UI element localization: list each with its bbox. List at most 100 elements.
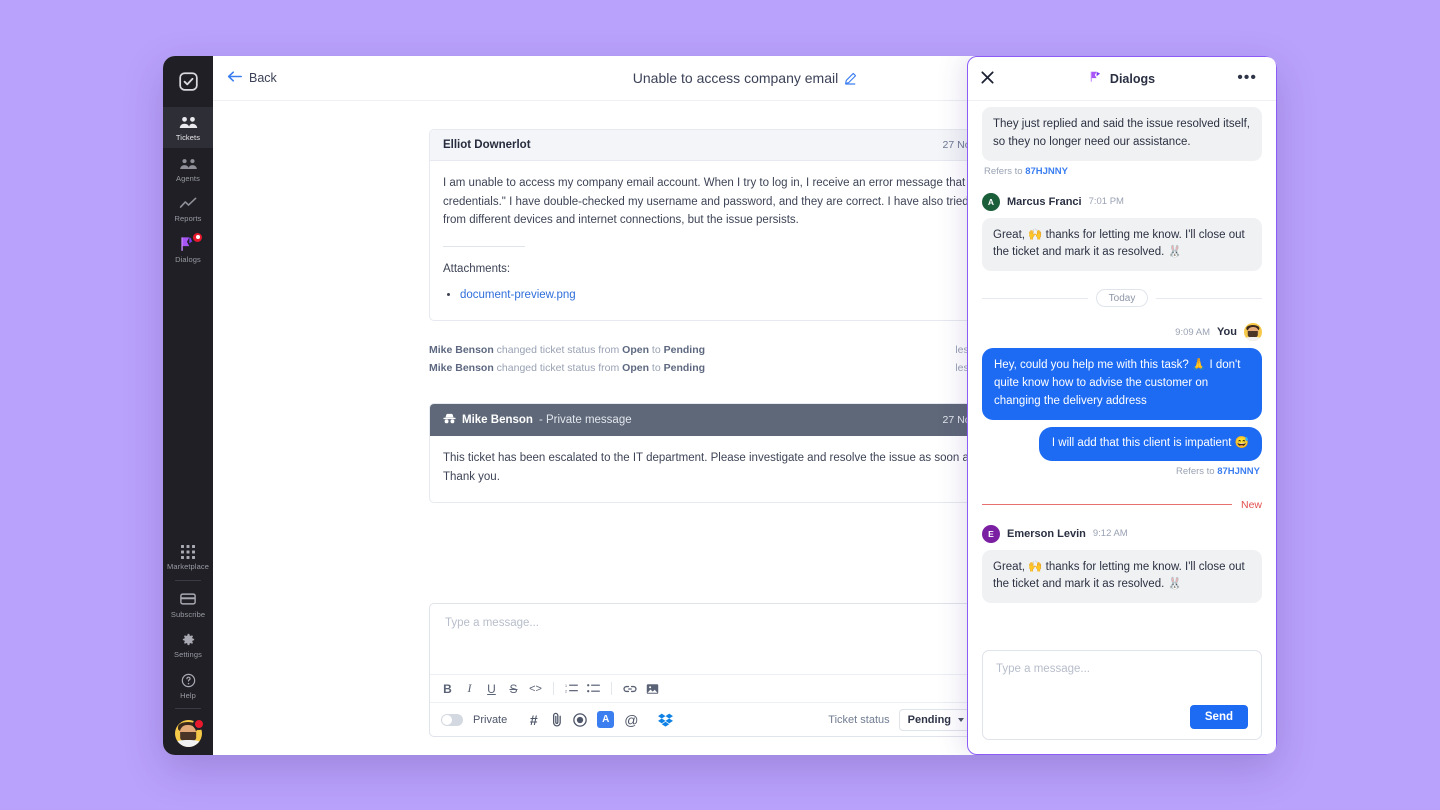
dialogs-message-input[interactable]: Type a message...	[996, 663, 1248, 675]
sidebar-item-subscribe[interactable]: Subscribe	[163, 584, 213, 625]
sidebar-bottom-nav: Marketplace Subscribe Settings Help	[163, 536, 213, 755]
message-author: Marcus Franci	[1007, 195, 1082, 208]
back-button[interactable]: Back	[227, 70, 277, 86]
private-message-tag: - Private message	[538, 413, 632, 426]
mention-icon[interactable]: @	[624, 711, 638, 729]
event-actor: Mike Benson	[429, 343, 494, 356]
image-icon[interactable]	[646, 680, 659, 698]
private-toggle[interactable]	[441, 713, 463, 726]
sidebar-item-label: Marketplace	[167, 562, 209, 571]
question-circle-icon	[181, 672, 196, 689]
refers-code[interactable]: 87HJNNY	[1217, 466, 1260, 477]
message-author: Emerson Levin	[1007, 527, 1086, 540]
dialogs-input-wrapper[interactable]: Type a message... Send	[982, 650, 1262, 740]
action-toolbar: Private # A @ Ticket status Pending	[430, 702, 1060, 736]
event-action: changed ticket status from	[493, 361, 623, 374]
pencil-icon[interactable]	[844, 72, 857, 85]
sidebar-item-agents[interactable]: Agents	[163, 148, 213, 189]
sidebar-nav: Tickets Agents Reports Dialogs	[163, 107, 213, 269]
sidebar: Tickets Agents Reports Dialogs Marketpla…	[163, 56, 213, 755]
refers-prefix: Refers to	[1176, 465, 1218, 477]
message-bubble-outgoing: I will add that this client is impatient…	[1038, 426, 1262, 461]
new-divider-label: New	[1240, 498, 1262, 511]
gear-icon	[181, 631, 196, 648]
people-icon	[179, 114, 198, 131]
refers-code[interactable]: 87HJNNY	[1025, 166, 1068, 177]
bullet-list-icon[interactable]	[587, 680, 600, 698]
app-logo[interactable]	[163, 60, 213, 102]
sidebar-item-settings[interactable]: Settings	[163, 624, 213, 665]
private-message-author: Mike Benson	[462, 413, 533, 426]
divider	[175, 579, 201, 581]
event-action: changed ticket status from	[493, 343, 623, 356]
attachment-link[interactable]: document-preview.png	[460, 289, 576, 301]
text-color-icon[interactable]: A	[597, 711, 615, 728]
dialogs-flag-icon	[1089, 70, 1103, 87]
dialogs-notification-badge	[191, 230, 204, 244]
avatar[interactable]	[174, 718, 205, 747]
grid-icon	[181, 543, 195, 560]
event-to-status: Pending	[663, 361, 706, 374]
strikethrough-icon[interactable]: S	[507, 680, 520, 698]
message-author: Elliot Downerlot	[443, 139, 531, 151]
divider	[611, 682, 612, 695]
refers-to-label: Refers to 87HJNNY	[984, 466, 1260, 477]
bold-icon[interactable]: B	[441, 680, 454, 698]
dialogs-title: Dialogs	[968, 70, 1276, 87]
code-icon[interactable]: <>	[529, 680, 542, 698]
italic-icon[interactable]: I	[463, 680, 476, 698]
outgoing-bubbles: Hey, could you help me with this task? 🙏…	[982, 348, 1262, 461]
sidebar-item-label: Settings	[174, 650, 202, 659]
attachment-icon[interactable]	[550, 711, 563, 729]
record-icon[interactable]	[573, 711, 588, 729]
dialogs-title-text: Dialogs	[1109, 71, 1156, 86]
hashtag-icon[interactable]: #	[527, 711, 540, 729]
attachment-list: document-preview.png	[443, 286, 1047, 304]
divider	[553, 682, 554, 695]
chart-line-icon	[179, 195, 198, 212]
incognito-hat-icon	[443, 413, 456, 427]
close-icon[interactable]	[980, 70, 995, 88]
sidebar-item-label: Subscribe	[170, 609, 206, 619]
message-bubble-incoming: They just replied and said the issue res…	[982, 107, 1262, 161]
event-from-status: Open	[622, 343, 650, 356]
private-message-header: Mike Benson - Private message 27 Nov 201…	[430, 403, 1060, 436]
dropbox-icon[interactable]	[658, 711, 674, 729]
message-time: 9:12 AM	[1092, 528, 1128, 539]
sidebar-item-label: Dialogs	[175, 254, 201, 264]
send-button[interactable]: Send	[1189, 705, 1248, 729]
event-action-mid: to	[649, 361, 664, 374]
back-label: Back	[249, 71, 277, 85]
message-author: You	[1217, 326, 1237, 339]
sidebar-item-label: Help	[180, 690, 196, 700]
list-item: document-preview.png	[460, 286, 1047, 304]
underline-icon[interactable]: U	[485, 680, 498, 698]
ticket-status-select[interactable]: Pending	[898, 708, 974, 731]
dialogs-panel: Dialogs They just replied and said the i…	[967, 56, 1277, 755]
message-time: 7:01 PM	[1088, 196, 1124, 208]
avatar: E	[982, 524, 1000, 543]
sidebar-item-tickets[interactable]: Tickets	[163, 107, 213, 148]
event-actor: Mike Benson	[429, 361, 494, 374]
arrow-left-icon	[227, 70, 242, 86]
avatar: A	[982, 192, 1000, 211]
ticket-status-label: Ticket status	[828, 713, 890, 726]
page-title-text: Unable to access company email	[632, 70, 839, 86]
ticket-status-value: Pending	[907, 713, 952, 726]
sidebar-item-reports[interactable]: Reports	[163, 188, 213, 229]
divider	[175, 708, 201, 709]
attachments-label: Attachments:	[443, 262, 511, 275]
link-icon[interactable]	[623, 680, 637, 698]
private-message-body: This ticket has been escalated to the IT…	[443, 451, 1024, 483]
checkbox-logo-icon	[178, 71, 198, 91]
svg-text:1: 1	[565, 684, 567, 688]
sidebar-item-help[interactable]: Help	[163, 665, 213, 706]
message-input[interactable]: Type a message...	[430, 604, 1060, 674]
ordered-list-icon[interactable]: 1 2	[565, 680, 578, 698]
sidebar-item-dialogs[interactable]: Dialogs	[163, 229, 213, 270]
event-to-status: Pending	[663, 343, 706, 356]
event-action-mid: to	[649, 343, 664, 356]
sidebar-item-marketplace[interactable]: Marketplace	[163, 536, 213, 577]
agents-icon	[179, 155, 198, 172]
message-text: I am unable to access my company email a…	[443, 177, 1033, 227]
